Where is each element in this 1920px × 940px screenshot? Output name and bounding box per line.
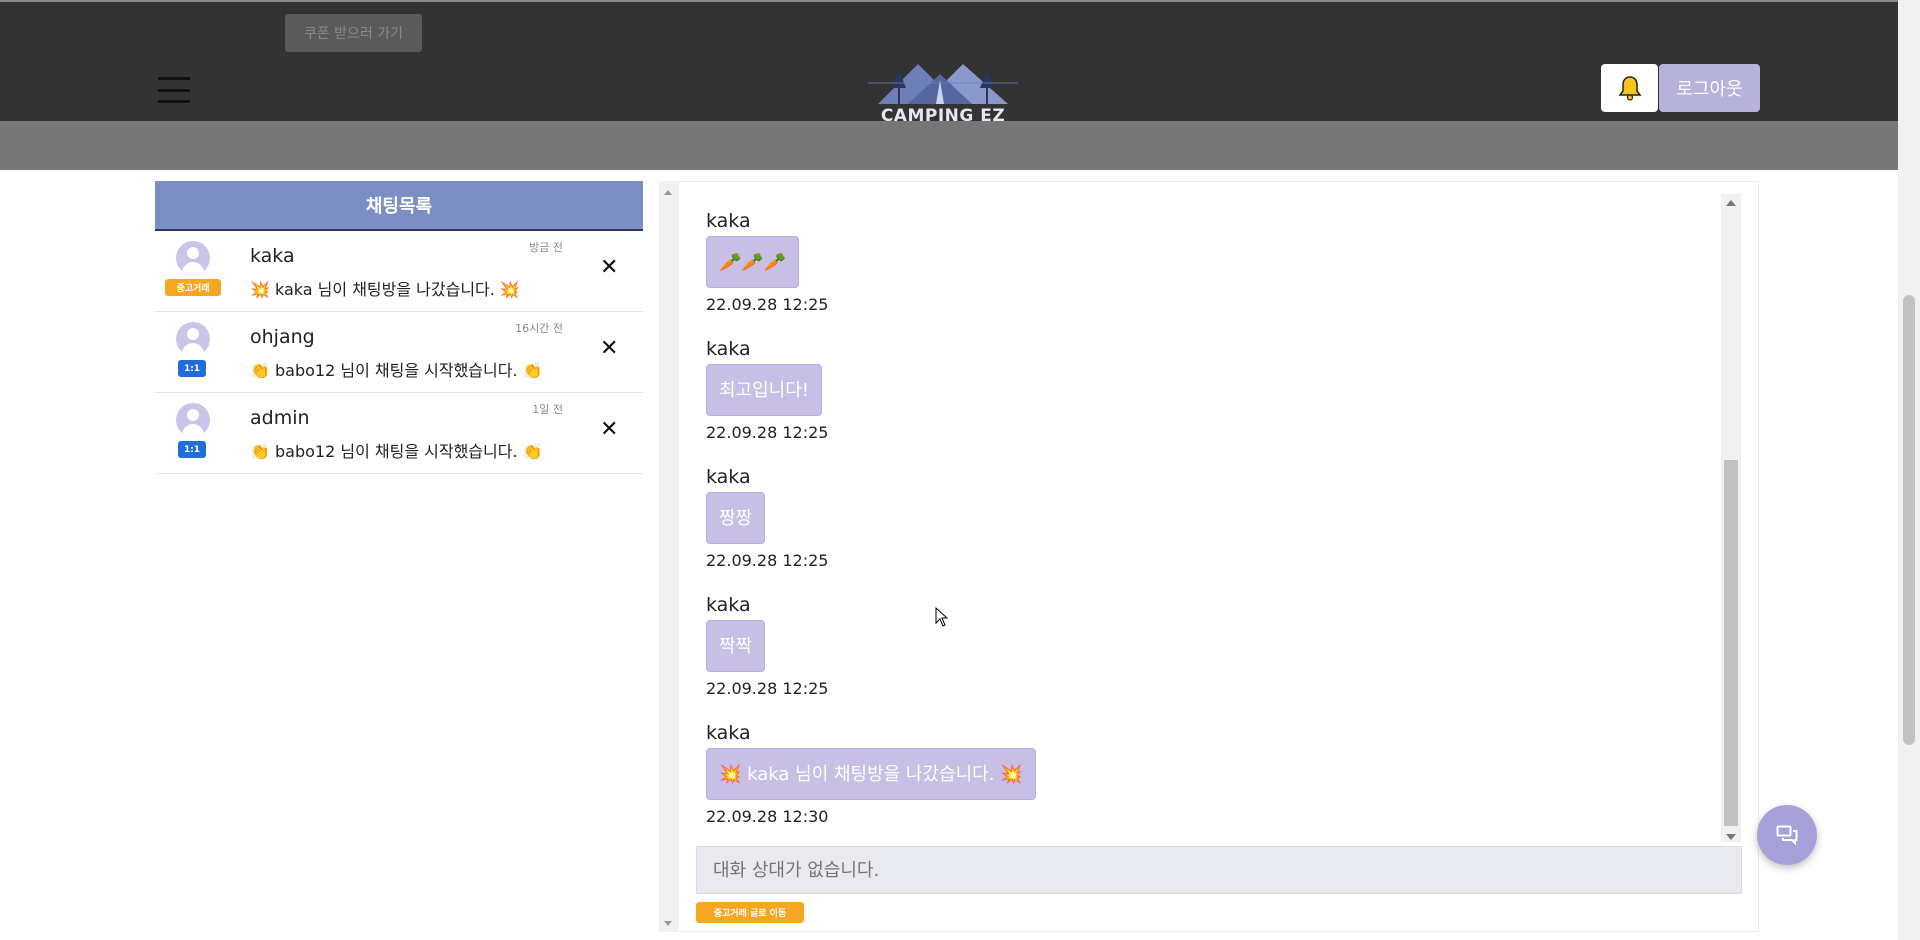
- coupon-button[interactable]: 쿠폰 받으러 가기: [285, 14, 422, 52]
- message: kaka 짱짱 22.09.28 12:25: [706, 466, 828, 570]
- chat-list-item[interactable]: 중고거래 kaka 방금 전 💥 kaka 님이 채팅방을 나갔습니다. 💥 ✕: [155, 231, 643, 312]
- chat-time: 방금 전: [529, 241, 563, 254]
- chat-name: kaka: [250, 245, 295, 267]
- logo[interactable]: CAMPING EZ: [868, 60, 1018, 128]
- message: kaka 짝짝 22.09.28 12:25: [706, 594, 828, 698]
- chat-list-item[interactable]: 1:1 ohjang 16시간 전 👏 babo12 님이 채팅을 시작했습니다…: [155, 312, 643, 393]
- message-time: 22.09.28 12:25: [706, 423, 829, 442]
- avatar: [176, 241, 210, 275]
- message-sender: kaka: [706, 338, 751, 360]
- used-trade-badge: 중고거래: [165, 279, 221, 296]
- avatar: [176, 322, 210, 356]
- close-icon[interactable]: ✕: [600, 255, 618, 280]
- message: kaka 🥕🥕🥕 22.09.28 12:25: [706, 210, 828, 314]
- go-to-used-trade-post-badge[interactable]: 중고거래 글로 이동: [696, 902, 804, 923]
- message-list: kaka 🥕🥕🥕 22.09.28 12:25 kaka 최고입니다! 22.0…: [680, 182, 1742, 842]
- message-time: 22.09.28 12:25: [706, 679, 829, 698]
- notification-button[interactable]: [1601, 64, 1658, 112]
- close-icon[interactable]: ✕: [600, 336, 618, 361]
- chat-list: 채팅목록 중고거래 kaka 방금 전 💥 kaka 님이 채팅방을 나갔습니다…: [155, 181, 643, 474]
- chat-pane-scrollbar[interactable]: [659, 181, 679, 932]
- chat-time: 16시간 전: [515, 322, 563, 335]
- message-sender: kaka: [706, 722, 751, 744]
- mouse-cursor-icon: [935, 606, 949, 631]
- chat-bubbles-icon: [1776, 825, 1798, 845]
- logout-button[interactable]: 로그아웃: [1659, 64, 1760, 112]
- chat-preview: 👏 babo12 님이 채팅을 시작했습니다. 👏: [250, 442, 543, 461]
- chat-input[interactable]: [696, 846, 1742, 894]
- scroll-down-icon[interactable]: [1726, 834, 1736, 840]
- message-bubble: 🥕🥕🥕: [706, 236, 800, 288]
- message-bubble: 짝짝: [706, 620, 766, 672]
- top-header: 쿠폰 받으러 가기 CAMPING EZ 로그아웃: [0, 0, 1898, 126]
- message-time: 22.09.28 12:30: [706, 807, 829, 826]
- message-list-scrollbar[interactable]: [1721, 194, 1741, 842]
- chat-time: 1일 전: [532, 403, 563, 416]
- menu-icon[interactable]: [158, 77, 190, 103]
- chat-list-title: 채팅목록: [155, 181, 643, 231]
- mountain-tent-icon: [868, 64, 1018, 104]
- chat-preview: 💥 kaka 님이 채팅방을 나갔습니다. 💥: [250, 280, 520, 299]
- message-sender: kaka: [706, 210, 751, 232]
- chat-fab-button[interactable]: [1757, 805, 1817, 865]
- message-time: 22.09.28 12:25: [706, 551, 829, 570]
- close-icon[interactable]: ✕: [600, 417, 618, 442]
- scroll-up-icon[interactable]: [664, 190, 672, 195]
- chat-preview: 👏 babo12 님이 채팅을 시작했습니다. 👏: [250, 361, 543, 380]
- chat-name: admin: [250, 407, 310, 429]
- header-band: [0, 121, 1898, 170]
- message: kaka 💥 kaka 님이 채팅방을 나갔습니다. 💥 22.09.28 12…: [706, 722, 1036, 826]
- one-on-one-badge: 1:1: [178, 360, 206, 377]
- chat-name: ohjang: [250, 326, 315, 348]
- page-scrollbar-thumb[interactable]: [1903, 295, 1915, 745]
- scroll-up-icon[interactable]: [1726, 200, 1736, 206]
- message-scrollbar-thumb[interactable]: [1724, 460, 1738, 826]
- message-bubble: 최고입니다!: [706, 364, 823, 416]
- message-time: 22.09.28 12:25: [706, 295, 829, 314]
- bell-icon: [1618, 76, 1641, 101]
- message: kaka 최고입니다! 22.09.28 12:25: [706, 338, 828, 442]
- one-on-one-badge: 1:1: [178, 441, 206, 458]
- page-scrollbar[interactable]: [1898, 0, 1920, 940]
- avatar: [176, 403, 210, 437]
- chat-list-item[interactable]: 1:1 admin 1일 전 👏 babo12 님이 채팅을 시작했습니다. 👏…: [155, 393, 643, 474]
- scroll-down-icon[interactable]: [664, 921, 672, 926]
- message-sender: kaka: [706, 594, 751, 616]
- message-sender: kaka: [706, 466, 751, 488]
- message-bubble: 💥 kaka 님이 채팅방을 나갔습니다. 💥: [706, 748, 1036, 800]
- message-bubble: 짱짱: [706, 492, 766, 544]
